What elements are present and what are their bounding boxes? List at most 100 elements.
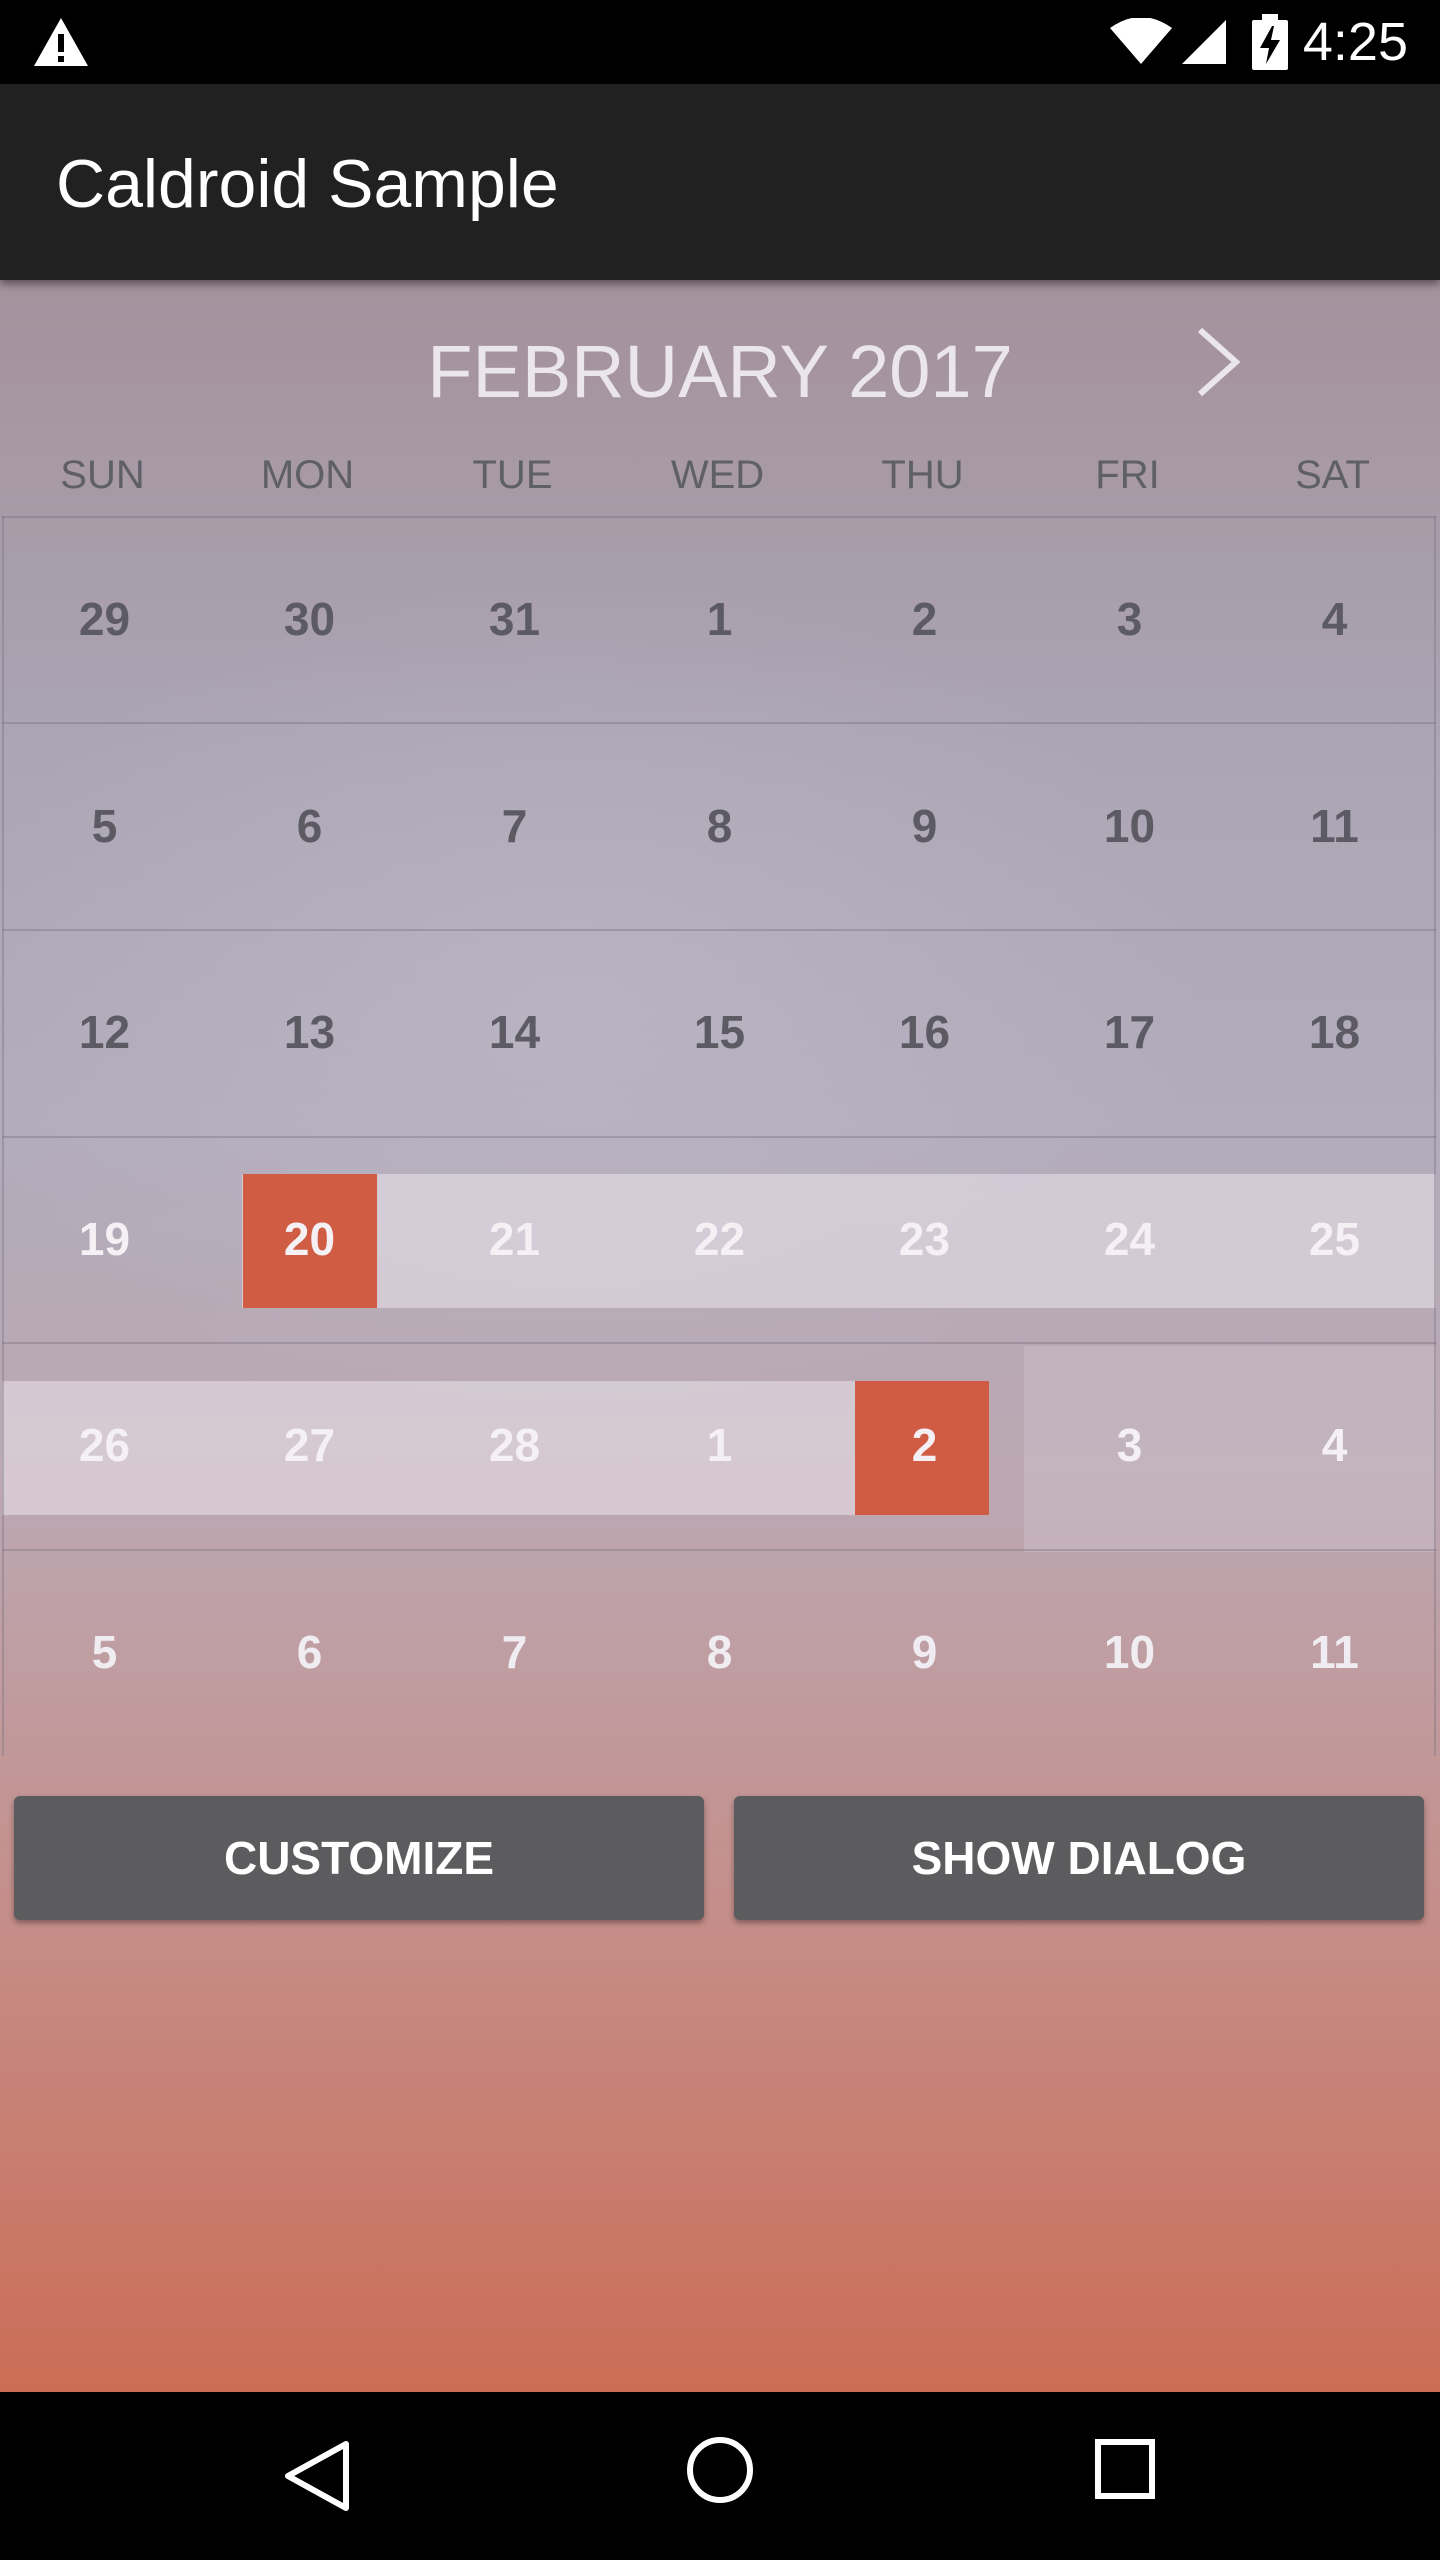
day-number: 7: [501, 1626, 528, 1678]
day-number: 7: [501, 800, 528, 852]
day-cell[interactable]: 25: [1232, 1136, 1437, 1342]
app-bar: Caldroid Sample: [0, 84, 1440, 280]
day-number: 5: [91, 800, 118, 852]
day-cell[interactable]: 3: [1027, 516, 1232, 722]
wifi-icon: [1110, 18, 1172, 64]
day-number: 23: [898, 1213, 951, 1265]
weekday-sun: SUN: [60, 453, 145, 497]
day-number: 27: [283, 1419, 336, 1471]
day-number: 3: [1116, 593, 1143, 645]
day-number: 18: [1308, 1006, 1361, 1058]
day-number: 10: [1103, 800, 1156, 852]
day-cell[interactable]: 18: [1232, 929, 1437, 1135]
weekday-fri: FRI: [1095, 453, 1160, 497]
back-icon[interactable]: [282, 2438, 352, 2514]
battery-charging-icon: [1252, 14, 1288, 70]
day-cell[interactable]: 12: [2, 929, 207, 1135]
day-number: 30: [283, 593, 336, 645]
show-dialog-button[interactable]: SHOW DIALOG: [734, 1796, 1424, 1920]
day-number: 8: [706, 800, 733, 852]
day-cell[interactable]: 15: [617, 929, 822, 1135]
day-cell[interactable]: 9: [822, 723, 1027, 929]
day-number: 2: [911, 1419, 938, 1471]
day-number: 11: [1310, 1626, 1359, 1678]
day-number: 3: [1116, 1419, 1143, 1471]
day-number: 9: [911, 1626, 938, 1678]
status-time: 4:25: [1302, 12, 1408, 72]
day-number: 11: [1310, 800, 1359, 852]
day-number: 29: [78, 593, 131, 645]
day-cell[interactable]: 11: [1232, 1549, 1437, 1755]
day-cell[interactable]: 4: [1232, 516, 1437, 722]
recents-icon[interactable]: [1094, 2438, 1156, 2500]
day-cell-selected[interactable]: 2: [822, 1342, 1027, 1548]
day-cell[interactable]: 22: [617, 1136, 822, 1342]
weekday-wed: WED: [670, 453, 765, 497]
day-number: 28: [488, 1419, 541, 1471]
day-cell[interactable]: 1: [617, 1342, 822, 1548]
day-cell[interactable]: 31: [412, 516, 617, 722]
day-cell[interactable]: 7: [412, 723, 617, 929]
signal-icon: [1182, 20, 1226, 64]
day-cell[interactable]: 14: [412, 929, 617, 1135]
day-cell[interactable]: 10: [1027, 1549, 1232, 1755]
day-number: 22: [693, 1213, 746, 1265]
day-number: 6: [296, 800, 323, 852]
status-bar: 4:25: [0, 0, 1440, 84]
day-cell[interactable]: 3: [1027, 1342, 1232, 1548]
day-number: 14: [488, 1006, 541, 1058]
navigation-bar: [0, 2392, 1440, 2560]
day-number: 4: [1321, 1419, 1348, 1471]
day-number: 31: [488, 593, 541, 645]
day-cell[interactable]: 5: [2, 1549, 207, 1755]
day-number: 1: [706, 593, 733, 645]
day-cell[interactable]: 11: [1232, 723, 1437, 929]
day-cell[interactable]: 8: [617, 723, 822, 929]
day-number: 25: [1308, 1213, 1361, 1265]
day-cell[interactable]: 7: [412, 1549, 617, 1755]
day-cell[interactable]: 1: [617, 516, 822, 722]
day-cell[interactable]: 17: [1027, 929, 1232, 1135]
day-cell-selected[interactable]: 20: [207, 1136, 412, 1342]
day-number: 16: [898, 1006, 951, 1058]
day-number: 19: [78, 1213, 131, 1265]
warning-icon: [34, 18, 88, 66]
day-number: 8: [706, 1626, 733, 1678]
day-cell[interactable]: 26: [2, 1342, 207, 1548]
day-cell[interactable]: 16: [822, 929, 1027, 1135]
calendar-container: FEBRUARY 2017 SUN MON TUE WED THU FRI SA…: [0, 280, 1440, 2392]
day-number: 9: [911, 800, 938, 852]
day-cell[interactable]: 28: [412, 1342, 617, 1548]
customize-button[interactable]: CUSTOMIZE: [14, 1796, 704, 1920]
day-number: 12: [78, 1006, 131, 1058]
chevron-right-icon[interactable]: [1190, 324, 1246, 400]
day-number: 1: [706, 1419, 733, 1471]
day-number: 21: [488, 1213, 541, 1265]
day-number: 10: [1103, 1626, 1156, 1678]
day-cell[interactable]: 29: [2, 516, 207, 722]
day-number: 2: [911, 593, 938, 645]
day-cell[interactable]: 5: [2, 723, 207, 929]
day-cell[interactable]: 24: [1027, 1136, 1232, 1342]
day-number: 6: [296, 1626, 323, 1678]
day-cell[interactable]: 8: [617, 1549, 822, 1755]
day-cell[interactable]: 27: [207, 1342, 412, 1548]
day-number: 15: [693, 1006, 746, 1058]
day-cell[interactable]: 4: [1232, 1342, 1437, 1548]
day-cell[interactable]: 6: [207, 1549, 412, 1755]
day-cell[interactable]: 13: [207, 929, 412, 1135]
day-cell[interactable]: 19: [2, 1136, 207, 1342]
weekday-tue: TUE: [472, 453, 553, 497]
day-number: 20: [283, 1213, 336, 1265]
day-number: 17: [1103, 1006, 1156, 1058]
day-cell[interactable]: 10: [1027, 723, 1232, 929]
app-title: Caldroid Sample: [56, 146, 559, 222]
home-icon[interactable]: [684, 2434, 756, 2506]
weekday-header: SUN MON TUE WED THU FRI SAT: [0, 440, 1440, 510]
day-cell[interactable]: 2: [822, 516, 1027, 722]
day-cell[interactable]: 21: [412, 1136, 617, 1342]
day-cell[interactable]: 30: [207, 516, 412, 722]
day-cell[interactable]: 23: [822, 1136, 1027, 1342]
day-cell[interactable]: 6: [207, 723, 412, 929]
day-cell[interactable]: 9: [822, 1549, 1027, 1755]
